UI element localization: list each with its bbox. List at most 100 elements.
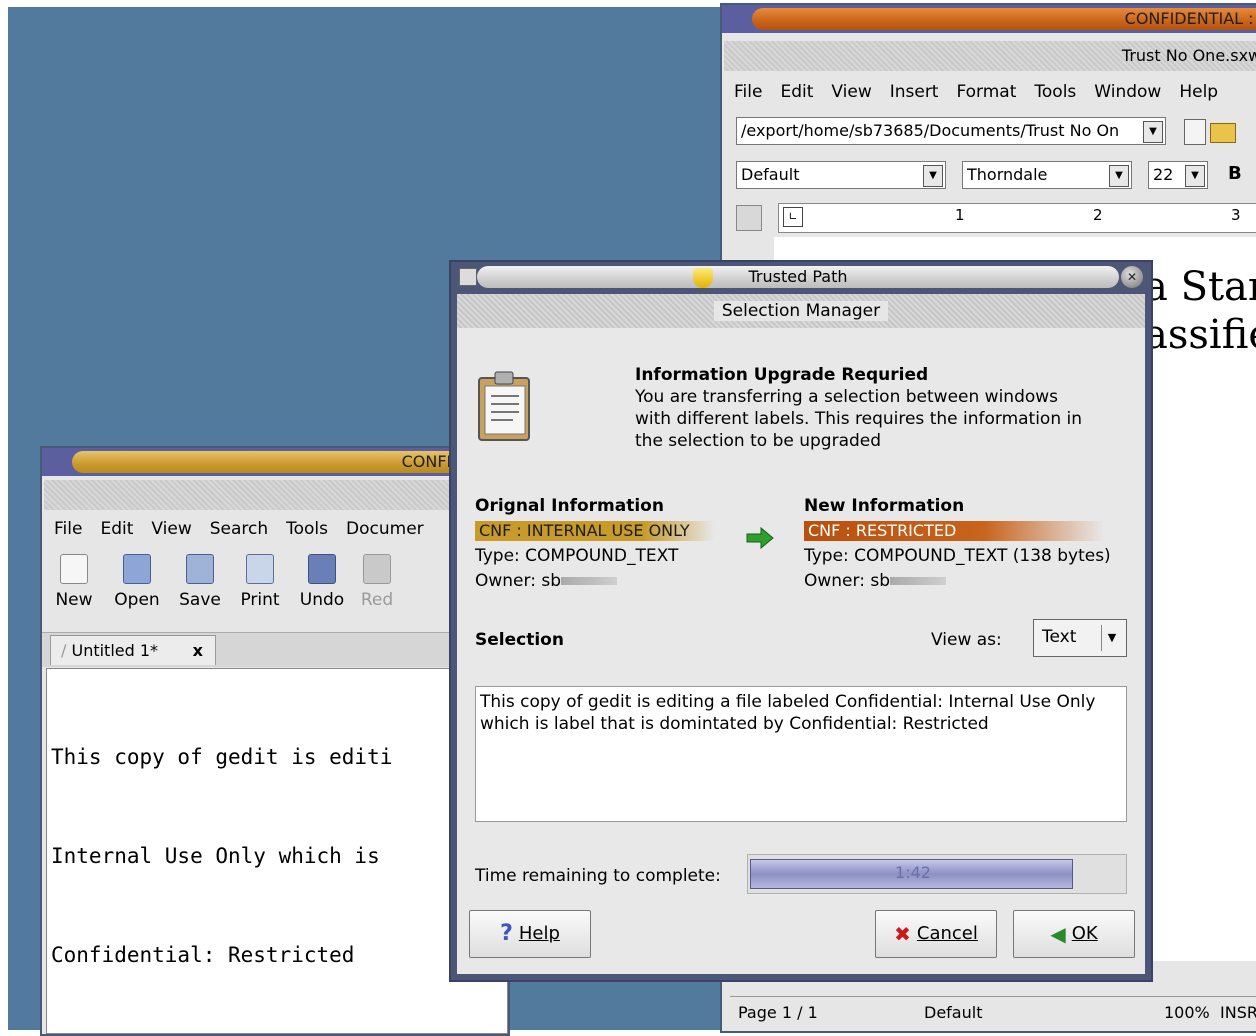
menu-window[interactable]: Window: [1088, 77, 1173, 107]
status-page: Page 1 / 1: [738, 1003, 818, 1022]
new-document-icon[interactable]: [1184, 119, 1206, 145]
chevron-down-icon[interactable]: ▼: [1185, 165, 1205, 187]
dialog-title: Trusted Path: [477, 266, 1119, 288]
view-as-value: Text: [1042, 627, 1077, 647]
view-as-select[interactable]: Text ▼: [1033, 619, 1127, 657]
redo-icon: [363, 554, 391, 584]
time-remaining-value: 1:42: [895, 863, 931, 882]
window-label: CONFIDENTIAL: [72, 451, 508, 473]
new-label-badge: CNF : RESTRICTED: [804, 521, 1104, 541]
menu-file[interactable]: File: [728, 77, 774, 107]
chevron-down-icon[interactable]: ▼: [1101, 625, 1122, 651]
menu-view[interactable]: View: [825, 77, 883, 107]
font-size-combo[interactable]: 22 ▼: [1148, 161, 1208, 189]
status-bar: Page 1 / 1 Default 100% INSR: [730, 996, 1256, 1031]
font-combo[interactable]: Thorndale ▼: [962, 161, 1132, 189]
status-mode[interactable]: INSR: [1220, 1003, 1256, 1022]
original-information: Orignal Information CNF : INTERNAL USE O…: [475, 494, 735, 594]
gedit-window: CONFIDENTIAL Untitle File Edit View Sear…: [40, 446, 510, 1036]
ok-label: OK: [1071, 923, 1098, 944]
label-bar: CONFIDENTIAL : RES: [722, 5, 1256, 33]
dialog-body: Selection Manager Information Upgrade Re…: [457, 294, 1145, 974]
cancel-label: Cancel: [916, 923, 978, 944]
tab-label: Untitled 1*: [71, 641, 159, 660]
print-label: Print: [240, 590, 280, 610]
close-icon[interactable]: x: [193, 636, 203, 666]
menu-bar: File Edit View Insert Format Tools Windo…: [728, 77, 1256, 107]
menu-format[interactable]: Format: [950, 77, 1028, 107]
intro-block: Information Upgrade Requried You are tra…: [635, 364, 1095, 452]
cancel-x-icon: ✖: [894, 922, 911, 946]
save-button[interactable]: Save: [172, 552, 228, 610]
new-information: New Information CNF : RESTRICTED Type: C…: [804, 494, 1144, 594]
paragraph-style-combo[interactable]: Default ▼: [736, 161, 946, 189]
ruler-mark: 1: [955, 206, 965, 224]
close-icon[interactable]: ✕: [1121, 266, 1143, 288]
path-combo[interactable]: /export/home/sb73685/Documents/Trust No …: [736, 117, 1166, 145]
redacted-owner: [561, 577, 617, 585]
intro-text: You are transferring a selection between…: [635, 387, 1083, 451]
save-icon: [186, 554, 214, 584]
ok-button[interactable]: ◀ OK: [1013, 910, 1135, 958]
style-value: Default: [741, 165, 800, 184]
window-label: CONFIDENTIAL : RES: [752, 8, 1256, 30]
window-title[interactable]: Trust No One.sxw -: [724, 41, 1256, 71]
font-value: Thorndale: [967, 165, 1048, 184]
selection-text[interactable]: This copy of gedit is editing a file lab…: [475, 686, 1127, 822]
chevron-down-icon[interactable]: ▼: [1109, 165, 1129, 187]
shield-icon: [693, 268, 713, 288]
open-label: Open: [114, 590, 160, 610]
new-type: Type: COMPOUND_TEXT (138 bytes): [804, 546, 1111, 566]
window-title[interactable]: Untitle: [44, 480, 508, 510]
menu-view[interactable]: View: [145, 514, 203, 544]
menu-file[interactable]: File: [48, 514, 94, 544]
menu-documents[interactable]: Documer: [340, 514, 436, 544]
open-folder-icon: [123, 554, 151, 584]
open-button[interactable]: Open: [102, 552, 172, 610]
bold-button[interactable]: B: [1228, 163, 1242, 184]
chevron-down-icon[interactable]: ▼: [923, 165, 943, 187]
chevron-down-icon[interactable]: ▼: [1143, 121, 1163, 143]
new-file-icon: [60, 554, 88, 584]
selection-manager-header: Selection Manager: [457, 294, 1145, 328]
redo-button[interactable]: Red: [352, 552, 402, 610]
intro-heading: Information Upgrade Requried: [635, 365, 929, 385]
document-line: a StarC: [1144, 264, 1256, 310]
help-button[interactable]: ? Help: [469, 910, 591, 958]
menu-search[interactable]: Search: [204, 514, 280, 544]
arrow-right-icon: [746, 526, 774, 550]
menu-tools[interactable]: Tools: [280, 514, 340, 544]
tab-stop-icon[interactable]: ∟: [783, 207, 803, 227]
tab-bar: ∕ Untitled 1* x: [42, 632, 508, 667]
time-progress-bar: 1:42: [747, 854, 1127, 894]
ruler-mark: 2: [1093, 206, 1103, 224]
tab-untitled-1[interactable]: ∕ Untitled 1* x: [50, 635, 216, 665]
text-editor[interactable]: This copy of gedit is editi Internal Use…: [46, 668, 508, 1034]
status-zoom[interactable]: 100%: [1164, 1003, 1210, 1022]
open-folder-icon[interactable]: [1210, 123, 1236, 143]
path-value: /export/home/sb73685/Documents/Trust No …: [741, 121, 1120, 140]
editor-line: Confidential: Restricted: [51, 943, 355, 967]
undo-button[interactable]: Undo: [292, 552, 352, 610]
menu-tools[interactable]: Tools: [1028, 77, 1088, 107]
new-button[interactable]: New: [46, 552, 102, 610]
cancel-button[interactable]: ✖ Cancel: [875, 910, 997, 958]
menu-edit[interactable]: Edit: [774, 77, 825, 107]
menu-insert[interactable]: Insert: [884, 77, 951, 107]
editor-line: Internal Use Only which is: [51, 844, 380, 868]
new-owner: Owner: sb: [804, 571, 890, 591]
menu-bar: File Edit View Search Tools Documer: [48, 514, 508, 544]
original-owner: Owner: sb: [475, 571, 561, 591]
navigator-icon[interactable]: [736, 205, 762, 231]
label-bar: CONFIDENTIAL: [42, 448, 508, 476]
dialog-titlebar[interactable]: Trusted Path ✕: [457, 264, 1145, 290]
menu-help[interactable]: Help: [1173, 77, 1230, 107]
help-label: Help: [518, 923, 560, 944]
editor-line: This copy of gedit is editi: [51, 745, 393, 769]
print-button[interactable]: Print: [228, 552, 292, 610]
window-menu-icon[interactable]: [459, 268, 477, 286]
size-value: 22: [1153, 165, 1174, 184]
menu-edit[interactable]: Edit: [94, 514, 145, 544]
status-style: Default: [924, 1003, 983, 1022]
ruler[interactable]: ∟ 1 2 3: [778, 203, 1256, 233]
